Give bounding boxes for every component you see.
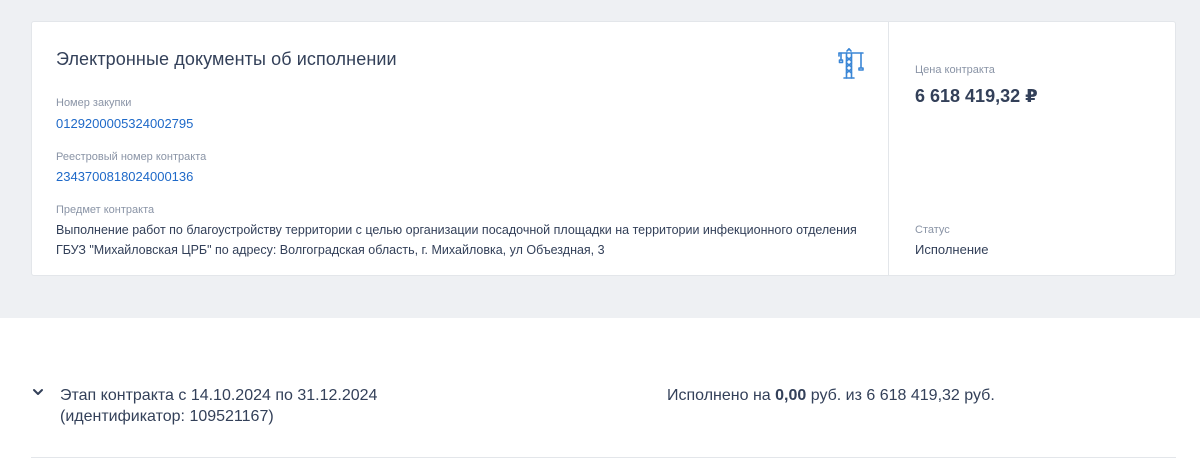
chevron-down-icon[interactable] <box>31 385 45 399</box>
crane-icon <box>838 48 864 79</box>
card-title: Электронные документы об исполнении <box>56 49 397 69</box>
contract-header-area: Электронные документы об исполнении Номе… <box>0 0 1200 318</box>
contract-card: Электронные документы об исполнении Номе… <box>31 21 1176 276</box>
stage-progress: Исполнено на 0,00 руб. из 6 618 419,32 р… <box>667 385 995 406</box>
progress-suffix: руб. из 6 618 419,32 руб. <box>806 387 995 404</box>
registry-number-link[interactable]: 2343700818024000136 <box>56 169 193 184</box>
contract-stage-row[interactable]: Этап контракта с 14.10.2024 по 31.12.202… <box>31 382 1176 458</box>
stage-title[interactable]: Этап контракта с 14.10.2024 по 31.12.202… <box>60 385 480 427</box>
contract-summary: Цена контракта 6 618 419,32 ₽ Статус Исп… <box>890 22 1175 275</box>
subject-label: Предмет контракта <box>56 204 155 216</box>
purchase-number-label: Номер закупки <box>56 97 132 109</box>
purchase-number-link[interactable]: 0129200005324002795 <box>56 116 193 131</box>
contract-details: Электронные документы об исполнении Номе… <box>32 22 889 275</box>
price-label: Цена контракта <box>915 64 995 76</box>
status-label: Статус <box>915 224 950 236</box>
progress-prefix: Исполнено на <box>667 387 776 404</box>
contract-subject: Выполнение работ по благоустройству терр… <box>56 223 857 257</box>
registry-number-label: Реестровый номер контракта <box>56 151 207 163</box>
progress-amount: 0,00 <box>775 387 807 404</box>
contract-status: Исполнение <box>915 242 989 257</box>
contract-price: 6 618 419,32 ₽ <box>915 86 1038 106</box>
